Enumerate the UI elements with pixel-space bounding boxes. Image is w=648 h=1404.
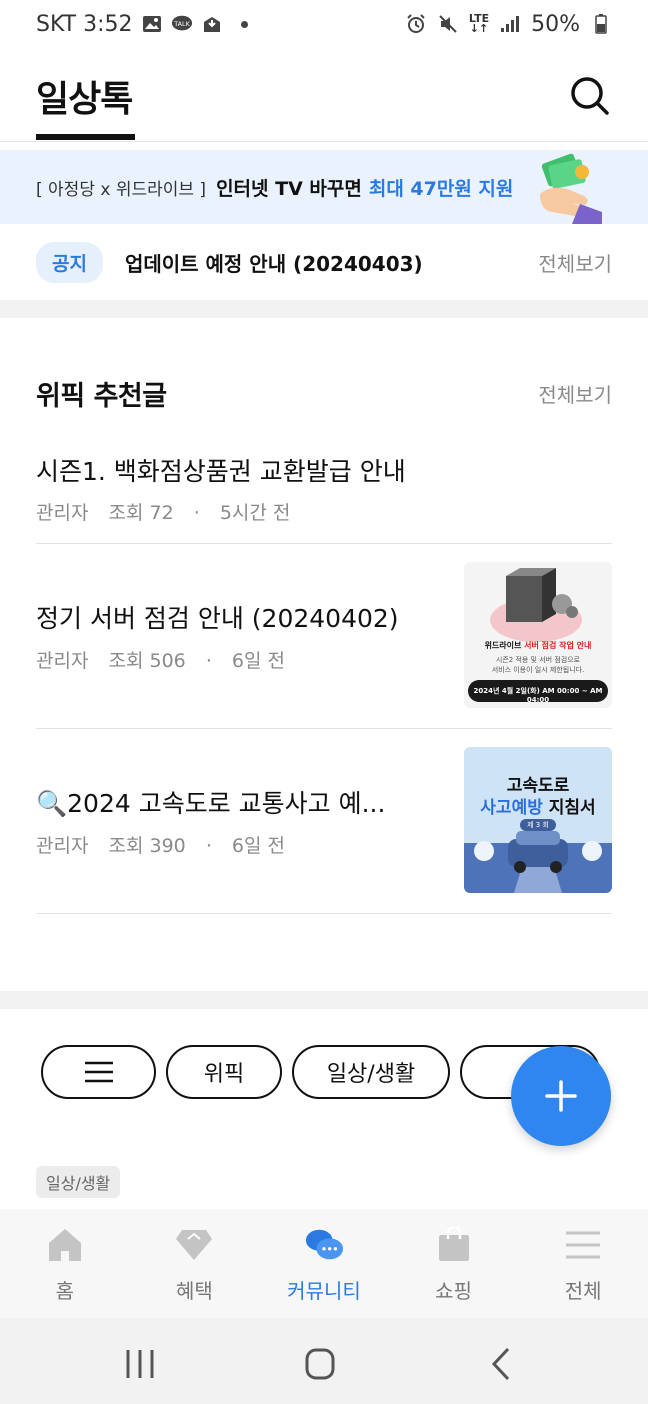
post-views: 조회 72: [108, 502, 174, 524]
thumb-headline: 위드라이브 서버 점검 작업 안내: [484, 641, 592, 650]
post-item[interactable]: 정기 서버 점검 안내 (20240402) 관리자 조회 506 · 6일 전…: [36, 544, 612, 729]
post-item[interactable]: 🔍2024 고속도로 교통사고 예... 관리자 조회 390 · 6일 전 고…: [36, 729, 612, 914]
diamond-icon: [174, 1225, 214, 1265]
battery-percent: 50%: [531, 11, 580, 37]
nav-label: 홈: [55, 1279, 74, 1303]
post-thumbnail: 위드라이브 서버 점검 작업 안내 시즌2 적용 및 서버 점검으로 서비스 이…: [464, 562, 612, 708]
nav-label: 혜택: [175, 1279, 213, 1303]
post-time: 5시간 전: [219, 502, 291, 524]
banner-main-text: 인터넷 TV 바꾸면: [216, 177, 362, 200]
thumb-line2: 사고예방 지침서: [480, 798, 596, 818]
hamburger-icon: [84, 1061, 113, 1083]
notice-row[interactable]: 공지 업데이트 예정 안내 (20240403) 전체보기: [0, 224, 648, 300]
mute-icon: [437, 13, 459, 35]
kakaotalk-icon: TALK: [171, 13, 193, 35]
page-title: 일상톡: [36, 79, 133, 120]
magnifier-emoji-icon: 🔍: [36, 789, 68, 818]
post-title: 🔍2024 고속도로 교통사고 예...: [36, 789, 386, 818]
search-icon: [571, 77, 609, 115]
post-views: 조회 390: [108, 835, 186, 857]
meta-separator: ·: [205, 835, 212, 857]
battery-icon: [590, 13, 612, 35]
banner-highlight: 최대 47만원 지원: [368, 177, 514, 200]
nav-label: 전체: [564, 1279, 602, 1303]
nav-home[interactable]: 홈: [0, 1209, 130, 1318]
system-nav-bar: [0, 1318, 648, 1404]
home-circle-icon: [305, 1348, 335, 1380]
post-author: 관리자: [36, 650, 89, 672]
post-views: 조회 506: [108, 650, 186, 672]
bottom-nav: 홈 혜택 커뮤니티 쇼핑 전체: [0, 1209, 648, 1318]
post-meta: 관리자 조회 72 · 5시간 전: [36, 498, 304, 525]
home-system-button[interactable]: [300, 1346, 340, 1382]
post-author: 관리자: [36, 502, 89, 524]
category-tag: 일상/생활: [36, 1166, 121, 1198]
chip-daily-life[interactable]: 일상/생활: [292, 1045, 450, 1099]
post-item[interactable]: 시즌1. 백화점상품권 교환발급 안내 관리자 조회 72 · 5시간 전: [36, 440, 612, 544]
thumb-body: 시즌2 적용 및 서버 점검으로 서비스 이용이 일시 제한됩니다.: [491, 656, 585, 674]
status-time: SKT 3:52: [36, 11, 133, 37]
nav-community[interactable]: 커뮤니티: [259, 1209, 389, 1318]
thumb-badge: 제 3 회: [520, 819, 556, 831]
banner-prefix: [ 아정당 x 위드라이브 ]: [36, 179, 207, 200]
status-bar: SKT 3:52 TALK LTE ↓↑ 50%: [0, 0, 648, 48]
promo-banner[interactable]: [ 아정당 x 위드라이브 ] 인터넷 TV 바꾸면 최대 47만원 지원: [0, 150, 648, 224]
signal-icon: [499, 13, 521, 35]
lte-indicator: LTE ↓↑: [468, 12, 490, 35]
post-thumbnail: 고속도로 사고예방 지침서 제 3 회: [464, 747, 612, 893]
search-button[interactable]: [568, 74, 612, 118]
back-button[interactable]: [482, 1346, 522, 1382]
recent-apps-button[interactable]: [120, 1346, 160, 1382]
chip-wepick[interactable]: 위픽: [166, 1045, 282, 1099]
recent-apps-icon: [126, 1350, 154, 1378]
plus-icon: [545, 1080, 577, 1112]
nav-all[interactable]: 전체: [518, 1209, 648, 1318]
post-title: 시즌1. 백화점상품권 교환발급 안내: [36, 457, 406, 486]
home-icon: [45, 1225, 85, 1265]
nav-benefits[interactable]: 혜택: [130, 1209, 260, 1318]
menu-icon: [563, 1225, 603, 1265]
section-title: 위픽 추천글: [36, 381, 167, 412]
notice-badge: 공지: [36, 241, 103, 283]
notice-title[interactable]: 업데이트 예정 안내 (20240403): [125, 248, 423, 277]
shopping-bag-icon: [434, 1225, 474, 1265]
image-icon: [141, 13, 163, 35]
money-hand-icon: [532, 152, 606, 224]
notification-dot: [240, 20, 248, 28]
post-title: 정기 서버 점검 안내 (20240402): [36, 604, 399, 633]
chip-menu-button[interactable]: [41, 1045, 156, 1099]
section-divider: [0, 300, 648, 318]
mail-download-icon: [201, 13, 223, 35]
svg-text:TALK: TALK: [173, 20, 190, 28]
post-author: 관리자: [36, 835, 89, 857]
back-chevron-icon: [491, 1347, 510, 1381]
add-post-button[interactable]: [511, 1046, 611, 1146]
post-meta: 관리자 조회 506 · 6일 전: [36, 646, 299, 673]
post-meta: 관리자 조회 390 · 6일 전: [36, 831, 299, 858]
nav-shopping[interactable]: 쇼핑: [389, 1209, 519, 1318]
title-underline: [36, 134, 135, 140]
post-time: 6일 전: [231, 650, 285, 672]
nav-label: 커뮤니티: [287, 1279, 361, 1303]
post-time: 6일 전: [231, 835, 285, 857]
section-divider: [0, 991, 648, 1009]
notice-view-all-link[interactable]: 전체보기: [538, 248, 612, 277]
nav-label: 쇼핑: [435, 1279, 472, 1303]
recommended-view-all-link[interactable]: 전체보기: [538, 379, 612, 408]
meta-separator: ·: [193, 502, 200, 524]
meta-separator: ·: [205, 650, 212, 672]
app-header: 일상톡: [0, 48, 648, 142]
alarm-icon: [405, 13, 427, 35]
thumb-schedule: 2024년 4월 2일(화) AM 00:00 ~ AM 04:00: [473, 687, 603, 704]
chat-bubbles-icon: [304, 1225, 344, 1265]
recommended-header: 위픽 추천글 전체보기: [36, 374, 612, 413]
